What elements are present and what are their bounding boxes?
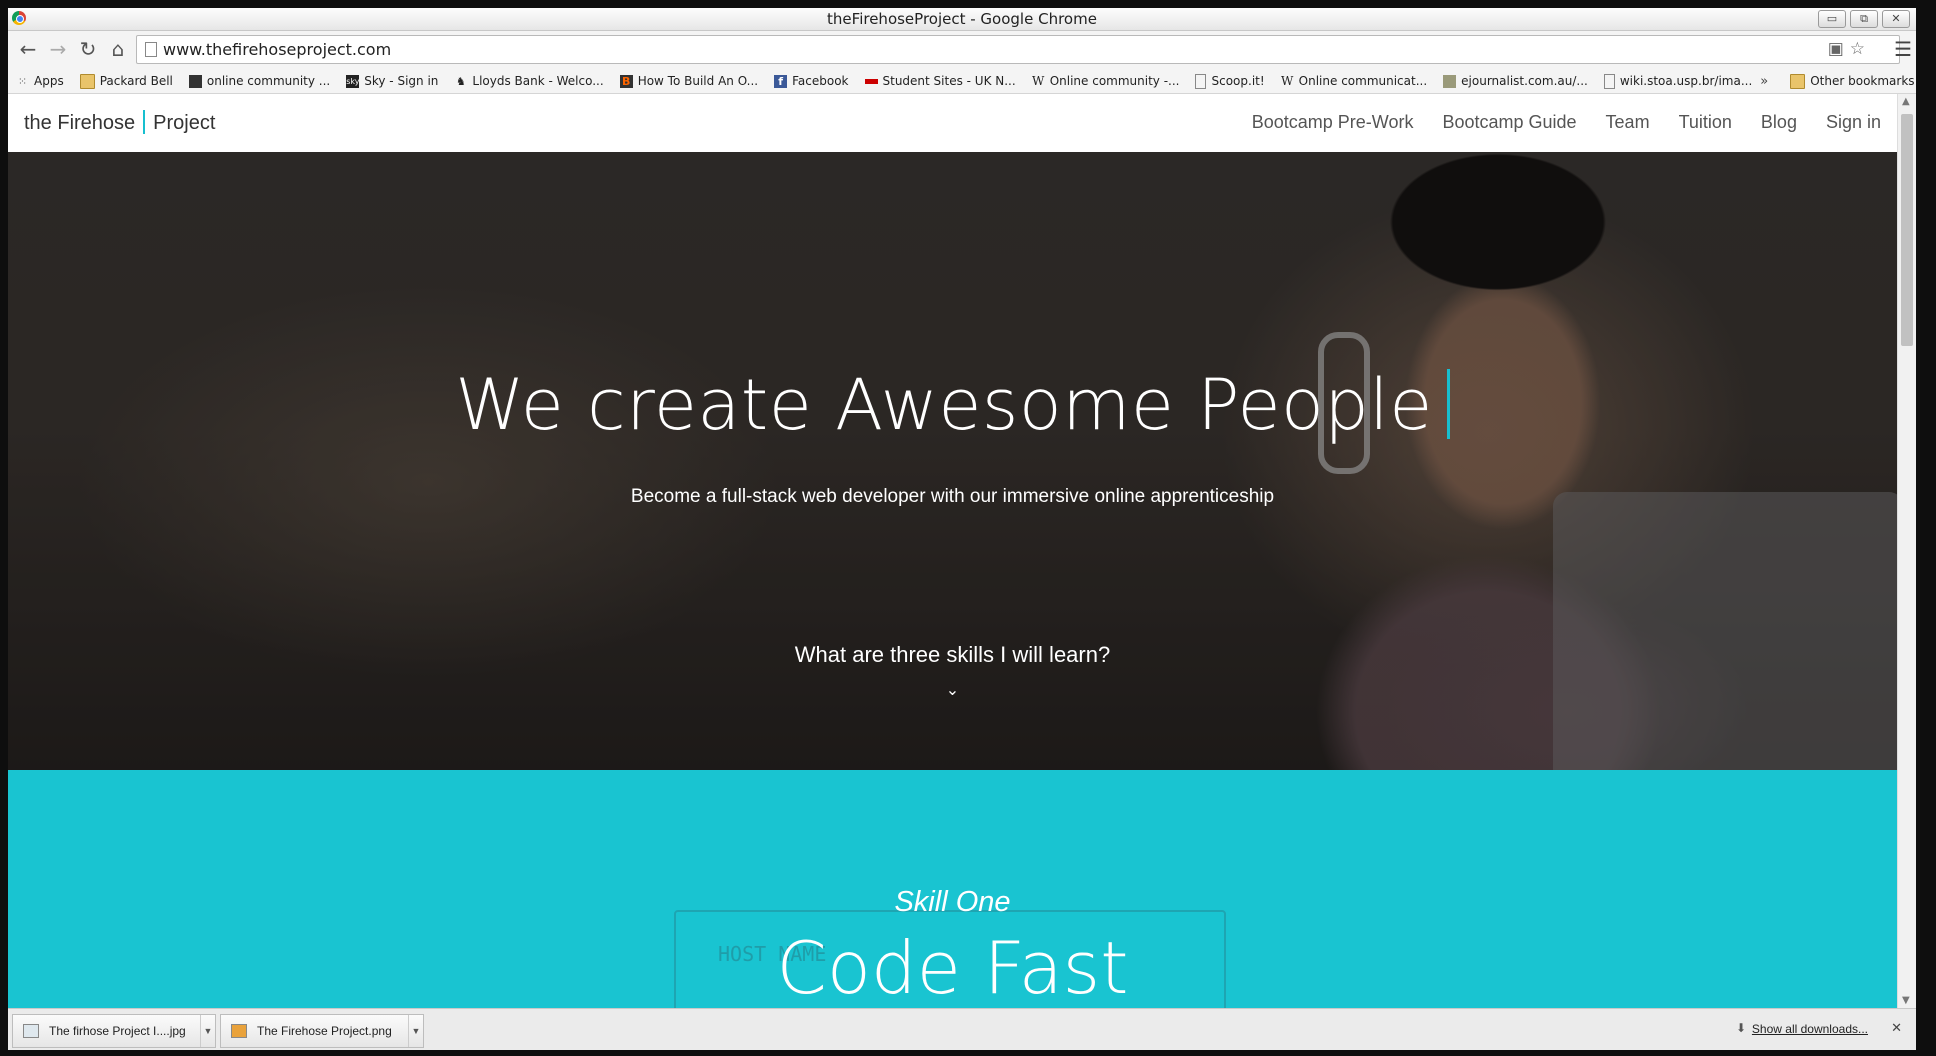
wikipedia-icon: W — [1281, 73, 1294, 88]
close-window-button[interactable]: ✕ — [1882, 10, 1910, 28]
nav-team[interactable]: Team — [1606, 112, 1650, 133]
bookmark-online-communication[interactable]: W Online communicat... — [1281, 74, 1427, 88]
page-icon — [1443, 74, 1457, 88]
browser-toolbar: ← → ↻ ⌂ www.thefirehoseproject.com ▣ ☆ ☰ — [8, 31, 1916, 69]
browser-window: theFirehoseProject - Google Chrome ▭ ⧉ ✕… — [8, 8, 1916, 1050]
bookmark-online-community-wiki[interactable]: W Online community -... — [1032, 73, 1179, 88]
nav-sign-in[interactable]: Sign in — [1826, 112, 1881, 133]
image-file-icon — [231, 1024, 247, 1038]
nav-tuition[interactable]: Tuition — [1679, 112, 1732, 133]
skill-one-section: HOST NAME Skill One Code Fast — [8, 770, 1897, 1008]
sky-icon: sky — [346, 74, 360, 88]
page-viewport: the Firehose Project Bootcamp Pre-Work Bo… — [8, 94, 1897, 1008]
chevron-down-icon[interactable]: ▼ — [200, 1015, 215, 1047]
site-nav: Bootcamp Pre-Work Bootcamp Guide Team Tu… — [1252, 112, 1881, 133]
page-icon — [145, 42, 157, 57]
bookmark-wiki-stoa[interactable]: wiki.stoa.usp.br/ima... — [1603, 73, 1752, 89]
nav-blog[interactable]: Blog — [1761, 112, 1797, 133]
wikipedia-icon: W — [1032, 73, 1045, 88]
bookmark-lloyds[interactable]: ♞ Lloyds Bank - Welco... — [454, 74, 604, 88]
bookmark-online-community[interactable]: online community ... — [188, 74, 330, 88]
title-bar: theFirehoseProject - Google Chrome ▭ ⧉ ✕ — [8, 8, 1916, 31]
bookmark-student-sites[interactable]: Student Sites - UK N... — [864, 74, 1016, 88]
site-logo[interactable]: the Firehose Project — [24, 110, 215, 135]
folder-icon — [1790, 73, 1806, 89]
close-icon[interactable]: ✕ — [1891, 1021, 1902, 1036]
bookmark-scoopit[interactable]: Scoop.it! — [1195, 73, 1265, 89]
apps-grid-icon: ⁙ — [17, 74, 28, 88]
omnibox-icons: ▣ ☆ — [1828, 39, 1865, 59]
site-header: the Firehose Project Bootcamp Pre-Work Bo… — [8, 94, 1897, 152]
image-file-icon — [23, 1024, 39, 1038]
download-item-png[interactable]: The Firehose Project.png ▼ — [220, 1014, 424, 1048]
restore-button[interactable]: ⧉ — [1850, 10, 1878, 28]
nav-bootcamp-guide[interactable]: Bootcamp Guide — [1442, 112, 1576, 133]
download-arrow-icon: ⬇ — [1735, 1021, 1746, 1035]
hero-title: We create Awesome People — [8, 364, 1897, 446]
hero-overlay — [8, 152, 1897, 770]
skill-title: Code Fast — [776, 926, 1129, 1008]
scroll-up-icon[interactable]: ▲ — [1902, 96, 1910, 107]
nav-bootcamp-pre-work[interactable]: Bootcamp Pre-Work — [1252, 112, 1414, 133]
extension-icon[interactable]: ▣ — [1828, 39, 1844, 59]
blogger-icon: B — [619, 74, 633, 88]
page-icon — [1195, 73, 1207, 89]
scroll-thumb[interactable] — [1901, 114, 1913, 346]
back-arrow-icon[interactable]: ← — [16, 37, 40, 61]
window-title: theFirehoseProject - Google Chrome — [827, 10, 1097, 28]
bookmark-packard-bell[interactable]: Packard Bell — [79, 73, 173, 89]
hero-section: We create Awesome People Become a full-s… — [8, 152, 1897, 770]
url-text[interactable]: www.thefirehoseproject.com — [163, 40, 391, 59]
address-bar[interactable]: www.thefirehoseproject.com ▣ ☆ — [136, 35, 1900, 64]
page-scrollbar[interactable]: ▲ ▼ — [1897, 94, 1916, 1008]
home-icon[interactable]: ⌂ — [106, 37, 130, 61]
folder-icon — [79, 73, 95, 89]
forward-arrow-icon[interactable]: → — [46, 37, 70, 61]
menu-icon[interactable]: ☰ — [1894, 37, 1912, 61]
downloads-bar: The firhose Project I....jpg ▼ The Fireh… — [8, 1008, 1916, 1050]
other-bookmarks[interactable]: Other bookmarks — [1790, 73, 1915, 89]
bookmark-sky[interactable]: sky Sky - Sign in — [346, 74, 438, 88]
chevron-down-icon[interactable]: ⌄ — [8, 680, 1897, 699]
show-all-downloads-link[interactable]: Show all downloads... — [1752, 1022, 1868, 1036]
hero-question-link[interactable]: What are three skills I will learn? — [8, 642, 1897, 668]
logo-divider — [143, 110, 146, 134]
bookmark-star-icon[interactable]: ☆ — [1850, 39, 1865, 59]
bookmark-build[interactable]: B How To Build An O... — [619, 74, 758, 88]
page-icon — [1603, 73, 1615, 89]
scroll-down-icon[interactable]: ▼ — [1902, 995, 1910, 1006]
hero-subtitle: Become a full-stack web developer with o… — [630, 486, 1275, 507]
bookmark-ejournalist[interactable]: ejournalist.com.au/... — [1443, 74, 1588, 88]
window-controls: ▭ ⧉ ✕ — [1818, 10, 1910, 28]
bookmarks-bar: ⁙ Apps Packard Bell online community ...… — [8, 69, 1916, 94]
student-sites-icon — [864, 78, 878, 84]
bookmarks-overflow-button[interactable]: » — [1760, 74, 1768, 89]
bookmark-apps[interactable]: ⁙ Apps — [16, 74, 64, 88]
lloyds-icon: ♞ — [455, 74, 466, 88]
skill-label: Skill One — [894, 886, 1011, 918]
chevron-down-icon[interactable]: ▼ — [408, 1015, 423, 1047]
download-item-jpg[interactable]: The firhose Project I....jpg ▼ — [12, 1014, 216, 1048]
page-icon — [188, 74, 202, 88]
reload-icon[interactable]: ↻ — [76, 37, 100, 61]
typing-caret — [1446, 369, 1450, 439]
bookmark-facebook[interactable]: f Facebook — [774, 74, 849, 88]
facebook-icon: f — [774, 74, 788, 88]
minimize-button[interactable]: ▭ — [1818, 10, 1846, 28]
